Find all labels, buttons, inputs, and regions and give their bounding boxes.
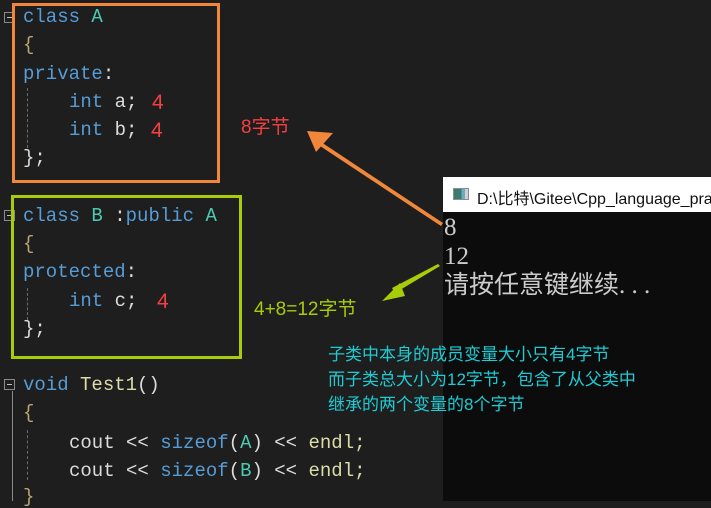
annotation-arrows (307, 131, 443, 301)
green-arrow (382, 264, 440, 301)
orange-arrow (307, 131, 443, 226)
